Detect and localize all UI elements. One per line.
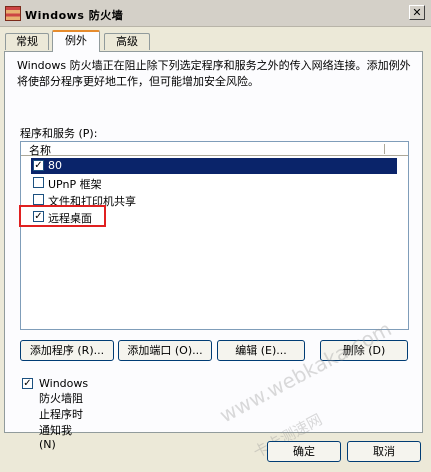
annotation-highlight-box bbox=[19, 205, 106, 227]
column-header-name[interactable]: 名称 bbox=[21, 142, 408, 157]
title-bar: Windows 防火墙 ✕ bbox=[0, 0, 431, 27]
tab-advanced[interactable]: 高级 bbox=[104, 33, 150, 50]
add-port-button[interactable]: 添加端口 (O)... bbox=[118, 340, 212, 361]
window-title: Windows 防火墙 bbox=[25, 9, 124, 22]
column-header-label: 名称 bbox=[29, 144, 51, 157]
description-text: Windows 防火墙正在阻止除下列选定程序和服务之外的传入网络连接。添加例外将… bbox=[17, 59, 411, 88]
ok-button[interactable]: 确定 bbox=[267, 441, 341, 462]
column-divider[interactable] bbox=[384, 144, 385, 154]
list-item[interactable]: UPnP 框架 bbox=[31, 175, 397, 191]
checkbox-file-printer-sharing[interactable] bbox=[33, 194, 44, 205]
list-item-label: 80 bbox=[48, 159, 62, 172]
checkbox-upnp[interactable] bbox=[33, 177, 44, 188]
list-item[interactable]: ✓ 80 bbox=[31, 158, 397, 174]
programs-list[interactable]: 名称 ✓ 80 UPnP 框架 文件和打印机共享 ✓ 远程桌面 bbox=[20, 141, 409, 330]
tab-general[interactable]: 常规 bbox=[5, 33, 49, 50]
programs-label: 程序和服务 (P): bbox=[20, 127, 98, 140]
tab-exceptions[interactable]: 例外 bbox=[52, 30, 100, 52]
edit-button[interactable]: 编辑 (E)... bbox=[217, 340, 305, 361]
firewall-icon bbox=[5, 6, 21, 21]
checkbox-80[interactable]: ✓ bbox=[33, 160, 44, 171]
add-program-button[interactable]: 添加程序 (R)... bbox=[20, 340, 114, 361]
notify-checkbox[interactable]: ✓ bbox=[22, 378, 33, 389]
notify-label: Windows 防火墙阻止程序时通知我 (N) bbox=[39, 377, 89, 451]
list-item-label: UPnP 框架 bbox=[48, 178, 102, 191]
close-button[interactable]: ✕ bbox=[409, 5, 425, 20]
cancel-button[interactable]: 取消 bbox=[347, 441, 421, 462]
